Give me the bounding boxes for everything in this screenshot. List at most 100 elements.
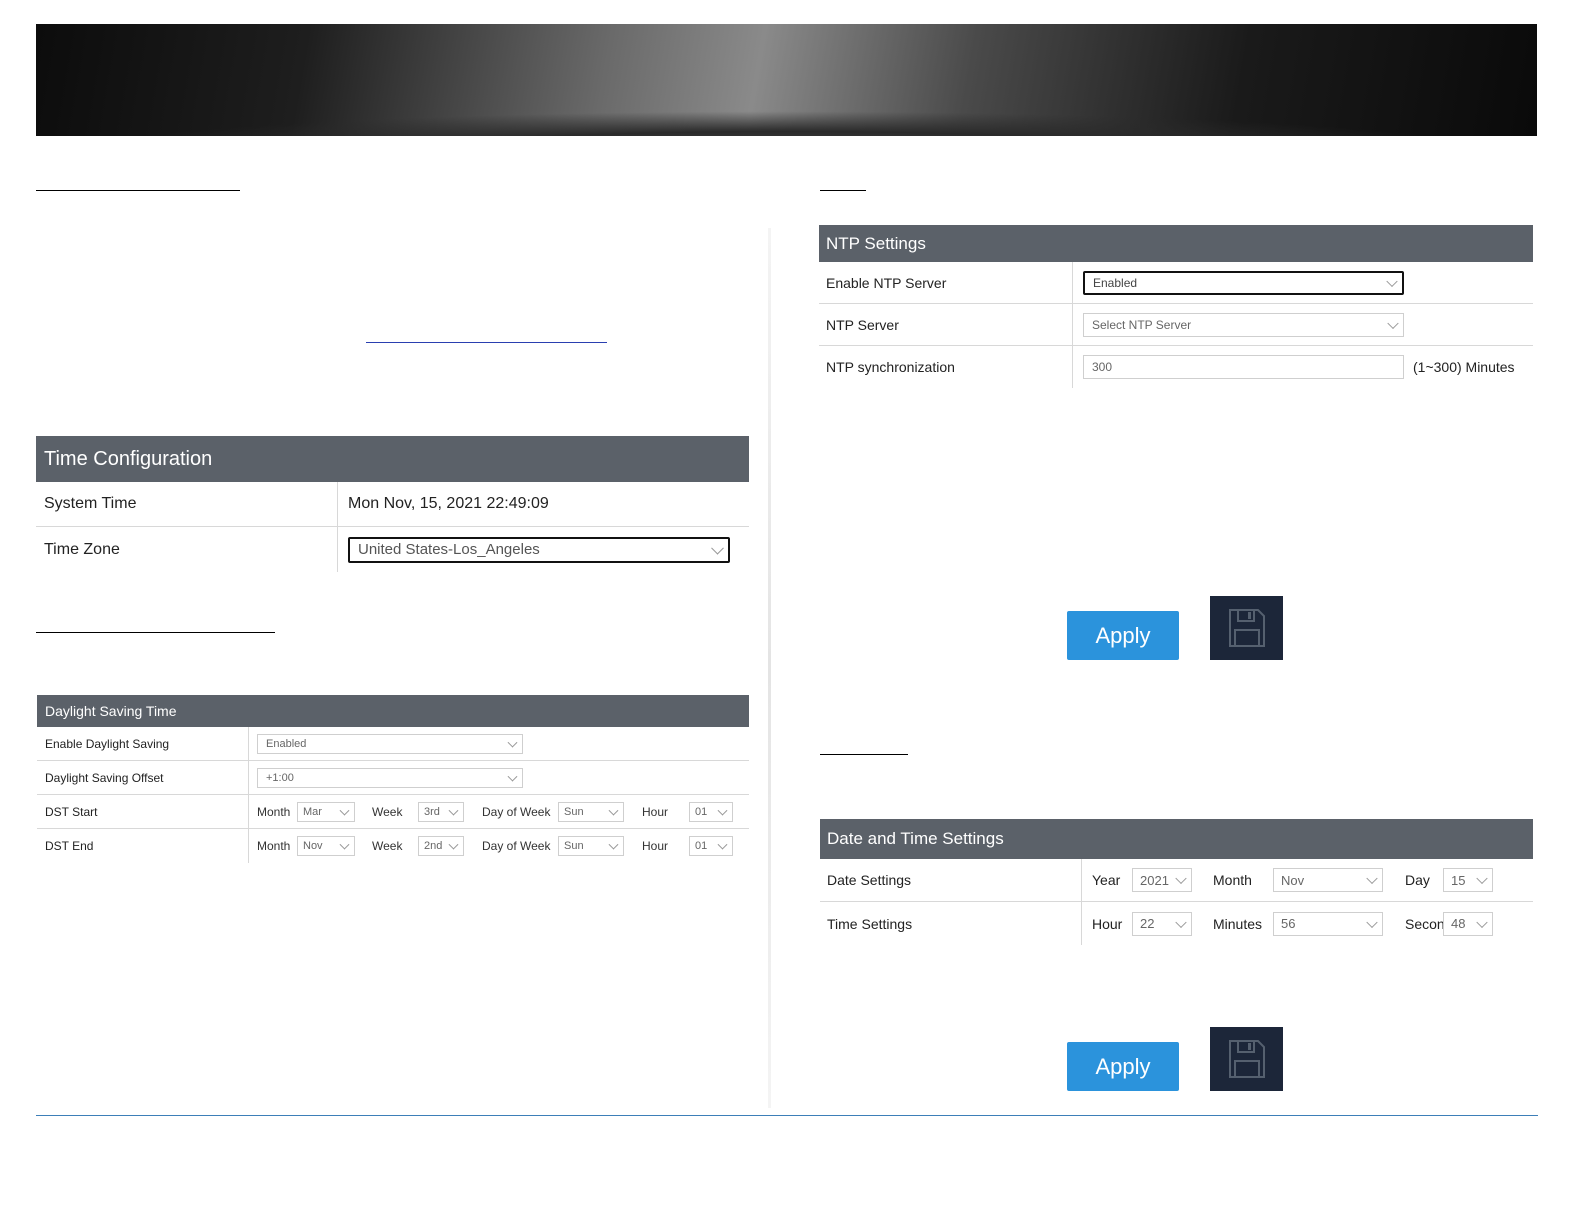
dst-start-month-select[interactable]: Mar	[297, 801, 355, 822]
datetime-save-button[interactable]	[1210, 1027, 1283, 1091]
minutes-label: Minutes	[1213, 915, 1263, 932]
time-settings-label: Time Settings	[820, 902, 1082, 945]
select-value: Enabled	[1093, 275, 1138, 290]
dst-end-label: DST End	[37, 829, 249, 863]
enable-daylight-saving-select[interactable]: Enabled	[257, 733, 523, 754]
daylight-saving-panel: Daylight Saving Time Enable Daylight Sav…	[37, 695, 749, 863]
dst-start-hour-select[interactable]: 01	[689, 801, 733, 822]
month-select[interactable]: Nov	[1273, 868, 1383, 892]
chevron-down-icon	[507, 737, 518, 748]
day-select[interactable]: 15	[1443, 868, 1493, 892]
column-divider	[768, 228, 771, 1108]
chevron-down-icon	[1476, 872, 1488, 885]
week-label: Week	[372, 839, 403, 853]
enable-daylight-saving-row: Enable Daylight Saving Enabled	[37, 727, 749, 761]
time-zone-select[interactable]: United States-Los_Angeles	[348, 536, 730, 563]
ntp-sync-label: NTP synchronization	[819, 346, 1073, 388]
system-time-row: System Time Mon Nov, 15, 2021 22:49:09	[36, 482, 749, 527]
chevron-down-icon	[507, 771, 518, 782]
daylight-saving-offset-select[interactable]: +1:00	[257, 767, 523, 788]
month-label: Month	[1213, 872, 1252, 888]
select-value: Sun	[564, 805, 584, 818]
section-heading-underline	[36, 190, 240, 191]
footer-rule	[36, 1115, 1538, 1116]
ntp-server-select[interactable]: Select NTP Server	[1083, 312, 1404, 337]
hour-label: Hour	[1092, 915, 1123, 932]
minutes-select[interactable]: 56	[1273, 911, 1383, 936]
ntp-sync-unit: (1~300) Minutes	[1413, 359, 1515, 375]
dst-end-week-select[interactable]: 2nd	[418, 836, 464, 856]
date-time-settings-panel: Date and Time Settings Date Settings Yea…	[820, 819, 1533, 945]
floppy-disk-icon	[1228, 1040, 1265, 1078]
ntp-settings-panel: NTP Settings Enable NTP Server Enabled N…	[819, 225, 1533, 388]
hour-label: Hour	[642, 839, 669, 853]
chevron-down-icon	[1387, 317, 1399, 329]
date-settings-label: Date Settings	[820, 859, 1082, 901]
datetime-apply-button[interactable]: Apply	[1067, 1042, 1179, 1091]
enable-ntp-select[interactable]: Enabled	[1083, 270, 1404, 295]
panel-title: Daylight Saving Time	[37, 695, 749, 727]
chevron-down-icon	[1386, 275, 1398, 287]
select-value: 01	[695, 805, 708, 818]
dst-end-hour-select[interactable]: 01	[689, 836, 733, 856]
ntp-server-row: NTP Server Select NTP Server	[819, 304, 1533, 346]
dst-end-row: DST End Month Nov Week 2nd Day of Week S…	[37, 829, 749, 863]
panel-title: NTP Settings	[819, 225, 1533, 262]
month-label: Month	[257, 804, 291, 819]
section-heading-underline	[820, 190, 866, 191]
hour-select[interactable]: 22	[1132, 911, 1192, 936]
dst-end-month-select[interactable]: Nov	[297, 836, 355, 856]
select-value: 48	[1451, 916, 1466, 931]
day-of-week-label: Day of Week	[482, 839, 551, 853]
panel-title: Date and Time Settings	[820, 819, 1533, 859]
year-label: Year	[1092, 872, 1121, 888]
second-select[interactable]: 48	[1443, 911, 1493, 936]
daylight-saving-offset-label: Daylight Saving Offset	[37, 761, 249, 794]
chevron-down-icon	[339, 805, 350, 816]
panel-title: Time Configuration	[36, 436, 749, 482]
ntp-save-button[interactable]	[1210, 596, 1283, 660]
select-value: 01	[695, 840, 708, 852]
ntp-apply-button[interactable]: Apply	[1067, 611, 1179, 660]
second-label: Second	[1405, 915, 1453, 932]
dst-end-day-of-week-select[interactable]: Sun	[558, 836, 624, 856]
date-settings-row: Date Settings Year 2021 Month Nov Day 15	[820, 859, 1533, 902]
time-zone-label: Time Zone	[36, 527, 338, 572]
select-value: Mar	[303, 805, 322, 818]
select-value: 2021	[1140, 872, 1169, 888]
day-of-week-label: Day of Week	[482, 804, 551, 819]
dst-start-row: DST Start Month Mar Week 3rd Day of Week…	[37, 795, 749, 829]
chevron-down-icon	[608, 839, 619, 850]
select-value: 15	[1451, 872, 1466, 888]
chevron-down-icon	[448, 839, 459, 850]
hyperlink-underline[interactable]	[366, 342, 607, 343]
header-banner	[36, 24, 1537, 136]
hour-label: Hour	[642, 804, 669, 819]
select-value: Nov	[1281, 872, 1305, 888]
chevron-down-icon	[1476, 916, 1488, 928]
chevron-down-icon	[1366, 916, 1378, 928]
year-select[interactable]: 2021	[1132, 868, 1192, 892]
chevron-down-icon	[608, 805, 619, 816]
select-value: 22	[1140, 916, 1155, 931]
select-value: 56	[1281, 916, 1296, 931]
enable-ntp-row: Enable NTP Server Enabled	[819, 262, 1533, 304]
select-value: 3rd	[424, 805, 440, 818]
floppy-disk-icon	[1228, 609, 1265, 647]
time-configuration-panel: Time Configuration System Time Mon Nov, …	[36, 436, 749, 572]
time-settings-row: Time Settings Hour 22 Minutes 56 Second …	[820, 902, 1533, 945]
dst-start-label: DST Start	[37, 795, 249, 828]
enable-daylight-saving-label: Enable Daylight Saving	[37, 727, 249, 760]
chevron-down-icon	[339, 839, 350, 850]
dst-start-day-of-week-select[interactable]: Sun	[558, 801, 624, 822]
select-value: 2nd	[424, 840, 443, 852]
ntp-sync-input[interactable]: 300	[1083, 355, 1404, 379]
system-time-value: Mon Nov, 15, 2021 22:49:09	[348, 495, 549, 512]
system-time-label: System Time	[36, 482, 338, 526]
daylight-saving-offset-row: Daylight Saving Offset +1:00	[37, 761, 749, 795]
time-zone-select-value: United States-Los_Angeles	[358, 541, 540, 558]
chevron-down-icon	[1175, 872, 1187, 885]
dst-start-week-select[interactable]: 3rd	[418, 801, 464, 822]
select-value: Select NTP Server	[1092, 317, 1192, 332]
chevron-down-icon	[717, 805, 728, 816]
